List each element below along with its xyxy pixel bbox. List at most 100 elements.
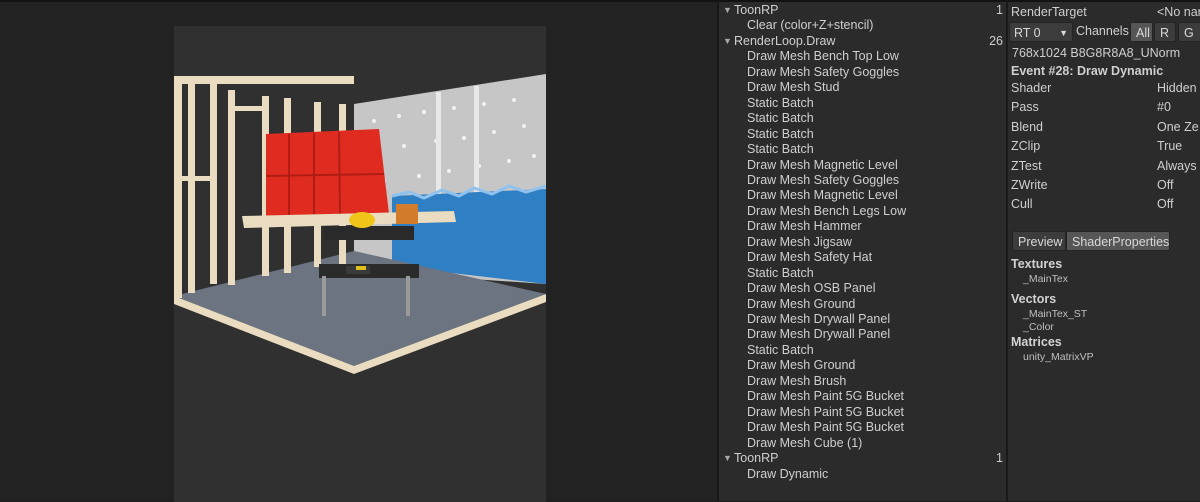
group-label: RenderLoop.Draw xyxy=(734,33,836,48)
group-label: ToonRP xyxy=(734,3,779,17)
event-details-panel: RenderTarget <No nar RT 0 ▼ Channels All… xyxy=(1008,2,1200,501)
vector-item: _MainTex_ST xyxy=(1023,308,1088,320)
event-label: Draw Mesh OSB Panel xyxy=(747,281,876,296)
tree-event-item[interactable]: Draw Mesh Jigsaw xyxy=(719,235,1007,250)
chevron-down-icon: ▼ xyxy=(1059,28,1068,38)
rt-select[interactable]: RT 0 ▼ xyxy=(1009,22,1073,42)
expand-arrow-icon[interactable]: ▼ xyxy=(723,451,732,466)
state-key: ZClip xyxy=(1011,139,1041,154)
state-value: One Ze xyxy=(1157,119,1199,134)
tree-event-item[interactable]: Draw Mesh Safety Goggles xyxy=(719,173,1007,188)
event-label: Draw Mesh Paint 5G Bucket xyxy=(747,389,905,404)
tree-event-item[interactable]: Draw Mesh Stud xyxy=(719,80,1007,95)
tree-event-item[interactable]: Static Batch xyxy=(719,142,1007,157)
rt-select-label: RT 0 xyxy=(1014,26,1041,40)
red-cube xyxy=(266,129,389,216)
tree-event-item[interactable]: Draw Mesh Ground xyxy=(719,358,1007,373)
texture-format: 768x1024 B8G8R8A8_UNorm xyxy=(1012,46,1181,60)
scene-render xyxy=(174,74,546,374)
tree-event-item[interactable]: Draw Mesh Brush xyxy=(719,374,1007,389)
level xyxy=(356,266,366,270)
event-label: Draw Mesh Drywall Panel xyxy=(747,312,891,326)
state-key: Pass xyxy=(1011,100,1039,115)
tree-event-item[interactable]: Draw Mesh Safety Goggles xyxy=(719,65,1007,80)
tree-event-item[interactable]: Draw Mesh Magnetic Level xyxy=(719,158,1007,173)
tree-event-item[interactable]: Static Batch xyxy=(719,111,1007,126)
event-label: Draw Mesh Cube (1) xyxy=(747,435,863,450)
event-label: Static Batch xyxy=(747,126,814,141)
channel-g-button[interactable]: G xyxy=(1178,22,1200,42)
tree-group[interactable]: ▼ RenderLoop.Draw 26 xyxy=(719,34,1007,49)
tree-event-item[interactable]: Draw Mesh Safety Hat xyxy=(719,250,1007,265)
state-key: ZWrite xyxy=(1011,178,1048,192)
tree-event-item[interactable]: Static Batch xyxy=(719,266,1007,281)
tree-event-item[interactable]: Static Batch xyxy=(719,343,1007,358)
tree-event-item[interactable]: Clear (color+Z+stencil) xyxy=(719,18,1007,33)
event-label: Draw Mesh Ground xyxy=(747,358,856,373)
tree-event-item[interactable]: Draw Mesh Bench Legs Low xyxy=(719,204,1007,219)
tree-event-item[interactable]: Draw Mesh Paint 5G Bucket xyxy=(719,420,1007,435)
tab-preview[interactable]: Preview xyxy=(1012,231,1066,251)
tree-event-item[interactable]: Draw Mesh Ground xyxy=(719,297,1007,312)
event-label: Draw Mesh Magnetic Level xyxy=(747,188,898,203)
group-count: 26 xyxy=(989,33,1003,48)
event-label: Draw Mesh Paint 5G Bucket xyxy=(747,420,905,435)
group-label: ToonRP xyxy=(734,451,779,466)
state-value: True xyxy=(1157,139,1183,154)
render-target-value[interactable]: <No nar xyxy=(1157,5,1200,19)
tree-event-item[interactable]: Draw Dynamic xyxy=(719,467,1007,482)
event-label: Clear (color+Z+stencil) xyxy=(747,18,874,33)
tree-event-item[interactable]: Static Batch xyxy=(719,127,1007,142)
channel-r-button[interactable]: R xyxy=(1154,22,1176,42)
event-label: Static Batch xyxy=(747,95,814,110)
event-label: Draw Mesh Stud xyxy=(747,80,840,95)
tree-event-item[interactable]: Draw Mesh Paint 5G Bucket xyxy=(719,389,1007,404)
event-label: Draw Mesh Ground xyxy=(747,296,856,311)
tab-shader-properties[interactable]: ShaderProperties xyxy=(1066,231,1170,251)
state-value: #0 xyxy=(1157,100,1171,115)
safety-hat xyxy=(349,212,375,228)
state-value: Off xyxy=(1157,178,1174,192)
state-key: Shader xyxy=(1011,81,1052,95)
state-key: Cull xyxy=(1011,197,1033,212)
event-label: Draw Mesh Bench Top Low xyxy=(747,49,899,64)
tree-group[interactable]: ▼ ToonRP 1 xyxy=(719,451,1007,466)
tree-event-item[interactable]: Draw Mesh Drywall Panel xyxy=(719,312,1007,327)
event-label: Draw Mesh Bench Legs Low xyxy=(747,203,907,218)
event-title: Event #28: Draw Dynamic xyxy=(1011,64,1164,78)
event-label: Draw Mesh Safety Goggles xyxy=(747,64,900,79)
event-label: Draw Mesh Safety Hat xyxy=(747,250,873,265)
state-value: Hidden xyxy=(1157,81,1197,95)
tree-event-item[interactable]: Draw Mesh Paint 5G Bucket xyxy=(719,405,1007,420)
render-preview xyxy=(174,26,546,502)
tree-event-item[interactable]: Draw Mesh Magnetic Level xyxy=(719,188,1007,203)
matrix-item: unity_MatrixVP xyxy=(1023,351,1094,363)
group-count: 1 xyxy=(996,3,1003,17)
tree-event-item[interactable]: Draw Mesh Hammer xyxy=(719,219,1007,234)
render-target-label: RenderTarget xyxy=(1011,5,1087,19)
game-viewport[interactable] xyxy=(0,2,717,502)
bench-top xyxy=(324,226,414,240)
tree-event-item[interactable]: Draw Mesh Drywall Panel xyxy=(719,327,1007,342)
expand-arrow-icon[interactable]: ▼ xyxy=(723,34,732,49)
vectors-heading: Vectors xyxy=(1011,292,1057,306)
textures-heading: Textures xyxy=(1011,257,1063,271)
frame-event-tree: ▼ ToonRP 1 Clear (color+Z+stencil) ▼ RenderLo… xyxy=(719,2,1007,501)
tree-event-item[interactable]: Static Batch xyxy=(719,96,1007,111)
state-key: Blend xyxy=(1011,119,1043,134)
event-label: Draw Mesh Magnetic Level xyxy=(747,157,898,172)
channel-all-button[interactable]: All xyxy=(1130,22,1153,42)
event-label: Static Batch xyxy=(747,265,814,280)
tree-group[interactable]: ▼ ToonRP 1 xyxy=(719,3,1007,18)
expand-arrow-icon[interactable]: ▼ xyxy=(723,3,732,18)
event-label: Draw Mesh Paint 5G Bucket xyxy=(747,404,905,419)
channels-label: Channels xyxy=(1076,24,1129,38)
tree-event-item[interactable]: Draw Mesh Bench Top Low xyxy=(719,49,1007,64)
tree-event-item[interactable]: Draw Mesh Cube (1) xyxy=(719,436,1007,451)
texture-item: _MainTex xyxy=(1023,273,1068,285)
event-label: Draw Mesh Brush xyxy=(747,373,847,388)
tree-event-item[interactable]: Draw Mesh OSB Panel xyxy=(719,281,1007,296)
event-label: Draw Mesh Jigsaw xyxy=(747,234,852,249)
state-value: Always xyxy=(1157,158,1197,173)
event-label: Static Batch xyxy=(747,111,814,126)
